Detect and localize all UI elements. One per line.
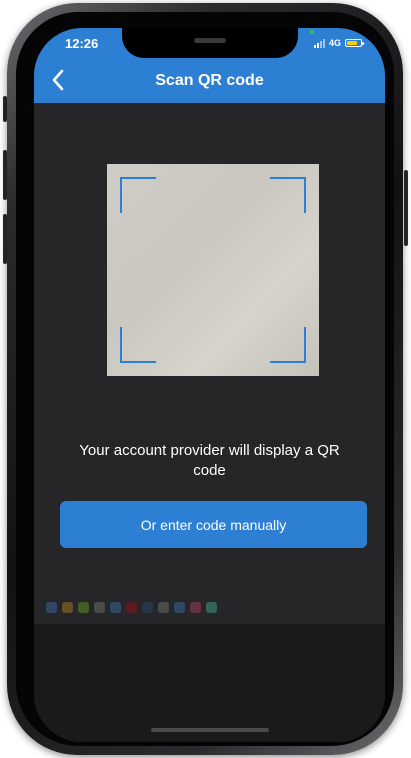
scan-instruction-text: Your account provider will display a QR … (79, 442, 340, 479)
page-title: Scan QR code (155, 72, 264, 89)
scan-frame-corner-bottom-right (270, 327, 306, 363)
speaker-grille (194, 38, 226, 43)
status-indicators: 4G (314, 38, 365, 48)
camera-background-taskbar (34, 593, 385, 621)
phone-notch (122, 28, 298, 58)
battery-level (347, 41, 358, 45)
stage: 12:26 4G Scan QR code Your account provi… (0, 0, 411, 758)
camera-indicator-dot (310, 30, 314, 34)
enter-code-manually-button[interactable]: Or enter code manually (60, 501, 367, 548)
phone-screen: 12:26 4G Scan QR code Your account provi… (34, 28, 385, 742)
home-indicator[interactable] (151, 728, 269, 732)
qr-scan-viewfinder[interactable] (107, 164, 319, 376)
scan-frame-corner-bottom-left (120, 327, 156, 363)
scan-frame-corner-top-left (120, 177, 156, 213)
scan-frame-corner-top-right (270, 177, 306, 213)
network-type: 4G (329, 38, 342, 48)
power-button (404, 170, 408, 246)
signal-icon (314, 38, 325, 48)
status-time: 12:26 (65, 36, 99, 51)
battery-icon (345, 39, 365, 47)
camera-background-lower (34, 624, 385, 742)
